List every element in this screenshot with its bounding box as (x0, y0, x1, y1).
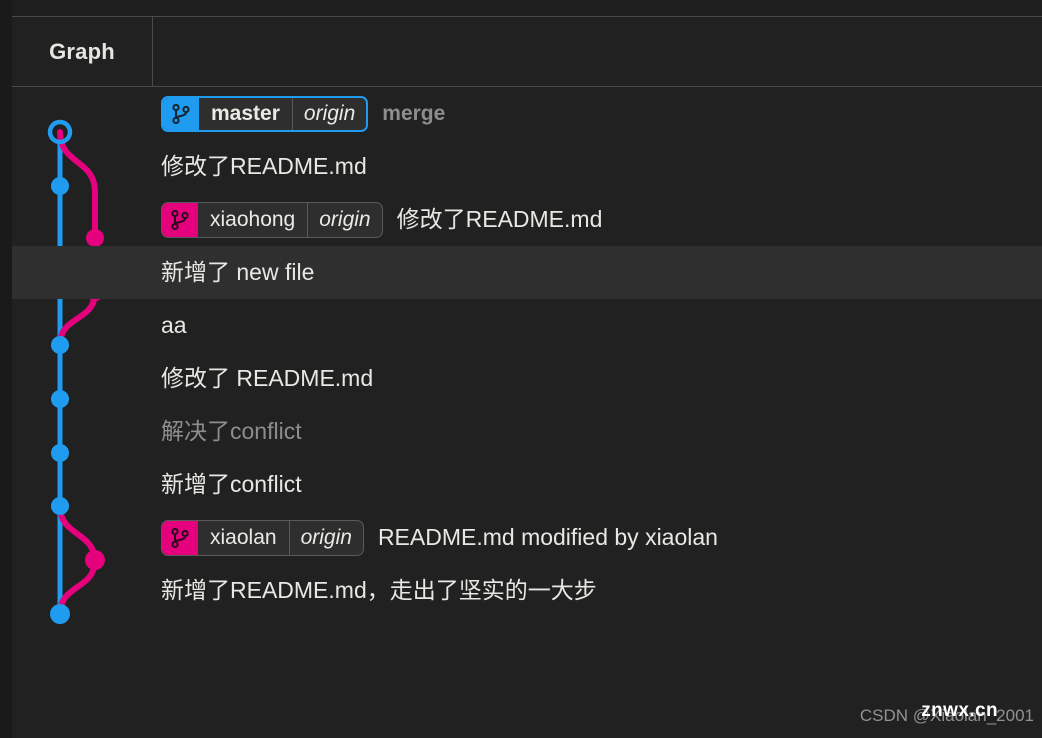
watermark-site-text: znwx.cn (921, 700, 998, 721)
commit-message: 修改了 README.md (161, 365, 374, 391)
branch-ref-xiaolan[interactable]: xiaolan origin (161, 519, 364, 556)
commit-message: README.md modified by xiaolan (377, 524, 718, 550)
commit-row[interactable]: 修改了 README.md (12, 352, 1042, 405)
graph-panel: Graph master origin merge 修改了README.md x… (12, 16, 1042, 738)
git-branch-icon (162, 520, 198, 555)
branch-remote: origin (300, 525, 352, 549)
branch-remote: origin (319, 207, 371, 231)
branch-ref-xiaohong[interactable]: xiaohong origin (161, 201, 383, 238)
commit-message: 修改了README.md (161, 153, 367, 179)
commit-row-content: 新增了README.md，走出了坚实的一大步 (161, 564, 597, 617)
commit-row[interactable]: xiaohong origin 修改了README.md (12, 193, 1042, 246)
commit-message: 新增了conflict (161, 471, 302, 497)
commit-row-content: aa (161, 299, 187, 352)
commit-row[interactable]: aa (12, 299, 1042, 352)
commit-row[interactable]: 新增了README.md，走出了坚实的一大步 (12, 564, 1042, 617)
commit-row-content: 修改了README.md (161, 140, 367, 193)
commit-row[interactable]: master origin merge (12, 87, 1042, 140)
commit-row[interactable]: xiaolan origin README.md modified by xia… (12, 511, 1042, 564)
commit-row[interactable]: 解决了conflict (12, 405, 1042, 458)
left-gutter (0, 0, 12, 738)
git-branch-icon (162, 202, 198, 237)
commit-suffix-label: merge (382, 101, 446, 125)
commit-message: 修改了README.md (396, 206, 603, 232)
commit-row-content: 修改了 README.md (161, 352, 373, 405)
watermark: CSDN @Xiaolan_2001 znwx.cn (834, 700, 1034, 730)
page-title: Graph (49, 38, 115, 64)
commit-row-content: xiaohong origin 修改了README.md (161, 193, 602, 246)
commit-row[interactable]: 新增了conflict (12, 458, 1042, 511)
git-graph-window: Graph master origin merge 修改了README.md x… (0, 0, 1042, 738)
commit-row-selected[interactable]: 新增了 new file (12, 246, 1042, 299)
branch-remote: origin (303, 101, 356, 125)
table-header: Graph (12, 16, 1042, 87)
column-header-graph[interactable]: Graph (12, 17, 153, 86)
commit-list: master origin merge 修改了README.md xiaohon… (12, 87, 1042, 738)
commit-row-content: 解决了conflict (161, 405, 302, 458)
commit-row-content: 新增了conflict (161, 458, 302, 511)
branch-name: xiaohong (198, 202, 309, 237)
commit-message: 新增了README.md，走出了坚实的一大步 (161, 577, 597, 603)
branch-ref-master[interactable]: master origin (161, 95, 369, 132)
commit-row-content: xiaolan origin README.md modified by xia… (161, 511, 718, 564)
commit-row-content: 新增了 new file (161, 246, 314, 299)
commit-message: 新增了 new file (161, 259, 315, 285)
branch-name: master (199, 97, 293, 130)
commit-message: 解决了conflict (161, 418, 302, 444)
commit-row-content: master origin merge (161, 87, 459, 140)
git-branch-icon (163, 97, 199, 130)
branch-name: xiaolan (198, 520, 290, 555)
commit-row[interactable]: 修改了README.md (12, 140, 1042, 193)
commit-message: aa (161, 312, 187, 338)
column-header-description[interactable] (153, 17, 1042, 86)
